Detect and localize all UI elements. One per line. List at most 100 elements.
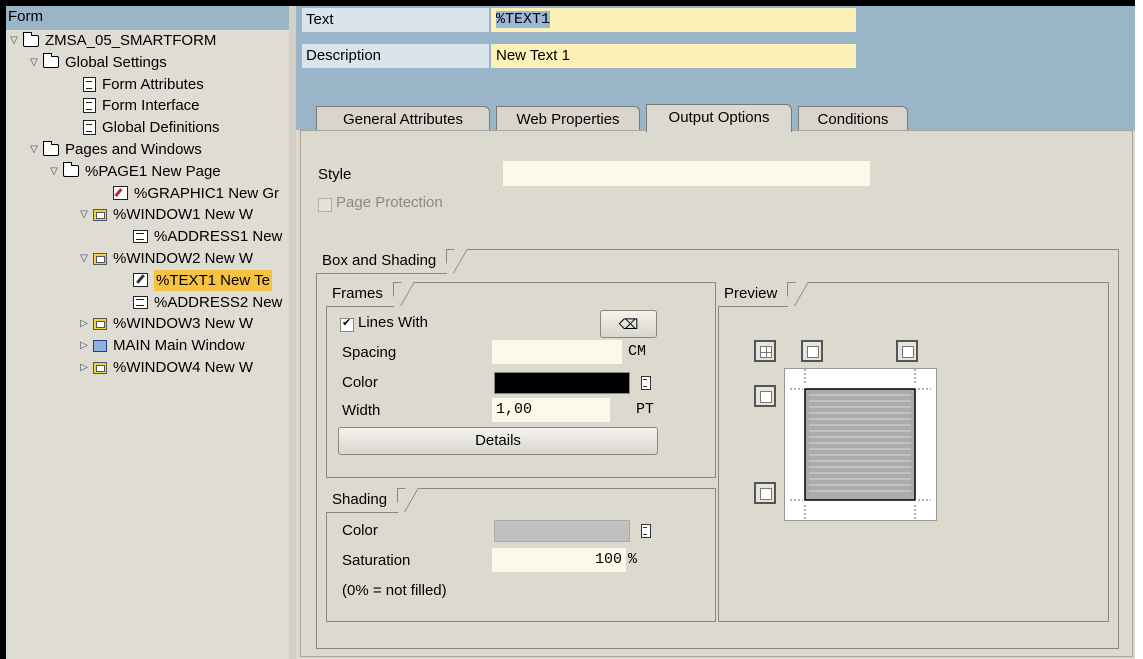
- shading-title: Shading: [326, 488, 399, 513]
- tree-node-label: Form Interface: [102, 97, 200, 115]
- graphic-icon: [113, 186, 128, 201]
- tree-node[interactable]: ▽ ZMSA_05_SMARTFORM: [8, 30, 216, 51]
- color-picker-icon[interactable]: [641, 376, 651, 390]
- description-field[interactable]: New Text 1: [491, 44, 856, 68]
- expand-arrow-icon[interactable]: ▽: [8, 30, 20, 51]
- doc-icon: [83, 98, 96, 114]
- page-protection-checkbox: [318, 198, 332, 212]
- tree-node[interactable]: %TEXT1 New Te: [118, 269, 272, 291]
- tree-node-label: Global Settings: [65, 53, 167, 71]
- collapse-arrow-icon[interactable]: ▷: [78, 335, 90, 356]
- frame-color-swatch[interactable]: [494, 372, 630, 394]
- description-label: Description: [302, 44, 489, 68]
- tree-node[interactable]: Global Definitions: [68, 117, 220, 138]
- spacing-unit: CM: [628, 343, 647, 360]
- collapse-arrow-icon[interactable]: ▷: [78, 313, 90, 334]
- color-picker-icon[interactable]: [641, 524, 651, 538]
- tab-general-attributes[interactable]: General Attributes: [316, 106, 490, 132]
- text-field[interactable]: %TEXT1: [491, 8, 856, 32]
- tree-node[interactable]: ▽ Global Settings: [28, 52, 167, 73]
- tree-node[interactable]: ▷ %WINDOW3 New W: [78, 313, 253, 334]
- doc-icon: [83, 120, 96, 136]
- folder-icon: [43, 53, 59, 69]
- frame-left-icon[interactable]: [754, 385, 776, 407]
- frame-top-icon[interactable]: [801, 340, 823, 362]
- frame-right-icon[interactable]: [896, 340, 918, 362]
- tree-node[interactable]: ▽ %WINDOW1 New W: [78, 204, 253, 225]
- tab-conditions[interactable]: Conditions: [798, 106, 908, 132]
- window-icon: [93, 317, 107, 330]
- tree-node-label: %ADDRESS2 New: [154, 293, 283, 311]
- shading-color-label: Color: [342, 522, 378, 539]
- expand-arrow-icon[interactable]: ▽: [28, 139, 40, 160]
- tree-node[interactable]: ▽ %PAGE1 New Page: [48, 161, 221, 182]
- tree-node-label: %WINDOW2 New W: [113, 250, 253, 267]
- spacing-input[interactable]: [492, 340, 622, 364]
- tree-node[interactable]: %ADDRESS2 New: [118, 292, 282, 313]
- tab-output-options[interactable]: Output Options: [646, 104, 792, 132]
- textnode-icon: [133, 273, 148, 288]
- width-unit: PT: [636, 401, 655, 418]
- preview-canvas: [784, 368, 937, 521]
- text-label: Text: [302, 8, 489, 32]
- tree-node[interactable]: Form Interface: [68, 95, 200, 116]
- tree-node[interactable]: ▷ MAIN Main Window: [78, 335, 245, 356]
- saturation-unit: %: [628, 551, 638, 568]
- tree-node-label: Pages and Windows: [65, 141, 202, 158]
- width-input[interactable]: 1,00: [492, 398, 610, 422]
- tree-node[interactable]: ▽ %WINDOW2 New W: [78, 248, 253, 269]
- addr-icon: [133, 230, 148, 244]
- details-button[interactable]: Details: [338, 427, 658, 455]
- not-filled-note: (0% = not filled): [342, 582, 447, 599]
- spacing-label: Spacing: [342, 344, 397, 361]
- frame-style-button[interactable]: ⌫: [600, 310, 657, 338]
- text-field-value: %TEXT1: [496, 11, 551, 28]
- panel-splitter[interactable]: [289, 6, 296, 659]
- tree-node[interactable]: ▽ Pages and Windows: [28, 139, 202, 160]
- collapse-arrow-icon[interactable]: ▷: [78, 357, 90, 378]
- tree-node[interactable]: %ADDRESS1 New: [118, 226, 282, 247]
- addr-icon: [133, 295, 148, 309]
- box-and-shading-title: Box and Shading: [316, 249, 448, 274]
- folder-icon: [23, 31, 39, 47]
- expand-arrow-icon[interactable]: ▽: [48, 161, 60, 182]
- style-label: Style: [318, 166, 352, 183]
- folder-icon: [63, 162, 79, 178]
- saturation-input[interactable]: 100: [492, 548, 626, 572]
- window-icon: [93, 361, 107, 374]
- tree-node-label: ZMSA_05_SMARTFORM: [45, 32, 217, 49]
- tree-node-label: %GRAPHIC1 New Gr: [134, 184, 280, 202]
- frame-color-label: Color: [342, 374, 378, 391]
- tree-node-label: MAIN Main Window: [113, 337, 245, 355]
- frame-all-icon[interactable]: [754, 340, 776, 362]
- tab-web-properties[interactable]: Web Properties: [496, 106, 640, 132]
- width-label: Width: [342, 402, 381, 419]
- lines-with-label: Lines With: [358, 314, 429, 331]
- frame-bottom-icon[interactable]: [754, 482, 776, 504]
- window-icon: [93, 208, 107, 221]
- preview-title: Preview: [718, 282, 789, 307]
- expand-arrow-icon[interactable]: ▽: [28, 52, 40, 73]
- window-icon: [93, 252, 107, 265]
- tree-node-label: Global Definitions: [102, 119, 220, 137]
- expand-arrow-icon[interactable]: ▽: [78, 204, 90, 225]
- style-input[interactable]: [503, 161, 870, 186]
- tree-node[interactable]: ▷ %WINDOW4 New W: [78, 357, 253, 378]
- saturation-label: Saturation: [342, 552, 411, 569]
- tree-node-label: %TEXT1 New Te: [154, 269, 272, 291]
- tree-node-label: %WINDOW3 New W: [113, 315, 253, 333]
- node-editor-panel: Text %TEXT1 Description New Text 1 Gener…: [296, 6, 1135, 659]
- preview-drawing: [790, 369, 931, 520]
- main-icon: [93, 339, 107, 352]
- tree-node[interactable]: Form Attributes: [68, 74, 204, 95]
- eraser-icon: ⌫: [618, 316, 639, 332]
- tree-node-label: %WINDOW4 New W: [113, 359, 253, 376]
- doc-icon: [83, 76, 96, 92]
- shading-color-swatch[interactable]: [494, 520, 630, 542]
- tree-node[interactable]: %GRAPHIC1 New Gr: [98, 183, 279, 204]
- lines-with-checkbox[interactable]: [340, 316, 354, 332]
- tree-node-label: %ADDRESS1 New: [154, 228, 283, 246]
- expand-arrow-icon[interactable]: ▽: [78, 248, 90, 269]
- tree-header: Form: [6, 6, 289, 30]
- form-tree-panel: Form ▽ ZMSA_05_SMARTFORM ▽ Global Settings F…: [6, 6, 289, 659]
